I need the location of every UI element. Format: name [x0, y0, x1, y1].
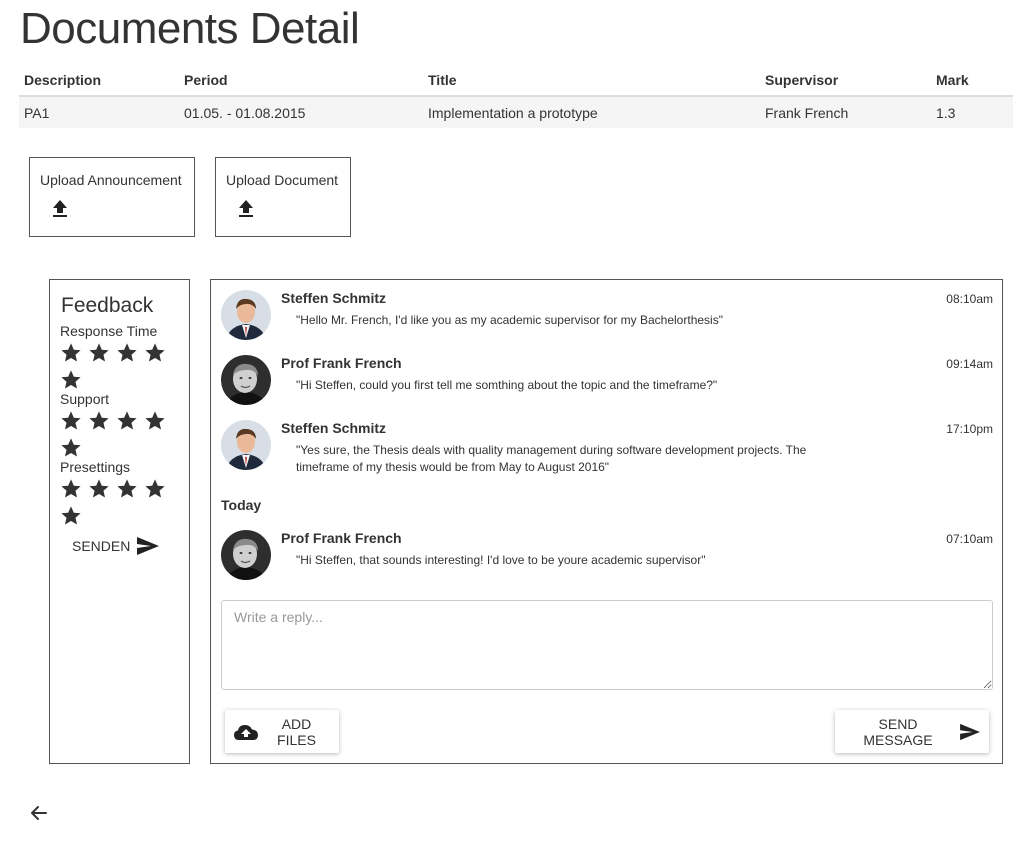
message-time: 07:10am	[946, 532, 993, 546]
student-avatar	[221, 290, 271, 340]
feedback-category-support: Support	[60, 391, 110, 407]
send-message-label: SEND MESSAGE	[863, 715, 933, 748]
rating-support[interactable]	[60, 410, 175, 464]
upload-icon	[239, 200, 253, 217]
message-text: "Hello Mr. French, I'd like you as my ac…	[296, 313, 723, 327]
star-icon[interactable]	[144, 342, 166, 364]
column-header-mark: Mark	[931, 64, 1013, 97]
cloud-upload-icon	[234, 724, 258, 740]
upload-icon	[53, 200, 67, 217]
star-icon[interactable]	[60, 369, 82, 391]
feedback-title: Feedback	[61, 294, 154, 317]
chat-panel: Steffen Schmitz 08:10am "Hello Mr. Frenc…	[210, 279, 1003, 764]
column-header-title: Title	[423, 64, 760, 97]
add-files-label: ADD FILES	[277, 715, 316, 748]
table-row[interactable]: PA1 01.05. - 01.08.2015 Implementation a…	[19, 96, 1013, 128]
message-author: Steffen Schmitz	[281, 290, 387, 306]
send-message-button[interactable]: SEND MESSAGE	[835, 710, 989, 753]
cell-title: Implementation a prototype	[423, 96, 760, 128]
star-icon[interactable]	[116, 342, 138, 364]
arrow-left-icon[interactable]	[29, 803, 49, 823]
star-icon[interactable]	[60, 437, 82, 459]
star-icon[interactable]	[116, 410, 138, 432]
column-header-description: Description	[19, 64, 179, 97]
message-text: "Yes sure, the Thesis deals with quality…	[296, 443, 807, 474]
senden-button[interactable]: SENDEN	[72, 536, 160, 556]
upload-document-button[interactable]: Upload Document	[215, 157, 351, 237]
table-header-row: Description Period Title Supervisor Mark	[19, 64, 1013, 97]
star-icon[interactable]	[88, 478, 110, 500]
star-icon[interactable]	[88, 342, 110, 364]
feedback-category-presettings: Presettings	[60, 459, 131, 475]
student-avatar	[221, 420, 271, 470]
rating-presettings[interactable]	[60, 478, 175, 532]
star-icon[interactable]	[60, 342, 82, 364]
star-icon[interactable]	[60, 505, 82, 527]
message-time: 09:14am	[946, 357, 993, 371]
reply-input[interactable]	[221, 600, 993, 690]
rating-response-time[interactable]	[60, 342, 175, 396]
documents-table: Description Period Title Supervisor Mark…	[19, 64, 1013, 128]
cell-mark: 1.3	[931, 96, 1013, 128]
professor-avatar	[221, 355, 271, 405]
column-header-supervisor: Supervisor	[760, 64, 931, 97]
add-files-button[interactable]: ADD FILES	[225, 710, 339, 753]
message-author: Steffen Schmitz	[281, 420, 387, 436]
column-header-period: Period	[179, 64, 423, 97]
message-text: "Hi Steffen, could you first tell me som…	[296, 378, 718, 392]
message-author: Prof Frank French	[281, 530, 402, 546]
feedback-panel: Feedback Response Time Support Presettin…	[49, 279, 190, 764]
day-separator: Today	[221, 497, 262, 513]
page-title: Documents Detail	[20, 4, 360, 53]
star-icon[interactable]	[116, 478, 138, 500]
star-icon[interactable]	[144, 478, 166, 500]
send-icon	[137, 537, 160, 555]
upload-announcement-label: Upload Announcement	[40, 172, 182, 188]
message-text: "Hi Steffen, that sounds interesting! I'…	[296, 553, 706, 567]
star-icon[interactable]	[60, 410, 82, 432]
professor-avatar	[221, 530, 271, 580]
upload-document-label: Upload Document	[226, 172, 339, 188]
upload-announcement-button[interactable]: Upload Announcement	[29, 157, 195, 237]
cell-period: 01.05. - 01.08.2015	[179, 96, 423, 128]
senden-label: SENDEN	[72, 538, 131, 554]
message-author: Prof Frank French	[281, 355, 402, 371]
message-time: 17:10pm	[946, 422, 993, 436]
cell-supervisor: Frank French	[760, 96, 931, 128]
star-icon[interactable]	[88, 410, 110, 432]
star-icon[interactable]	[60, 478, 82, 500]
cell-description: PA1	[19, 96, 179, 128]
message-time: 08:10am	[946, 292, 993, 306]
star-icon[interactable]	[144, 410, 166, 432]
send-icon	[960, 723, 980, 740]
feedback-category-response-time: Response Time	[60, 323, 158, 339]
